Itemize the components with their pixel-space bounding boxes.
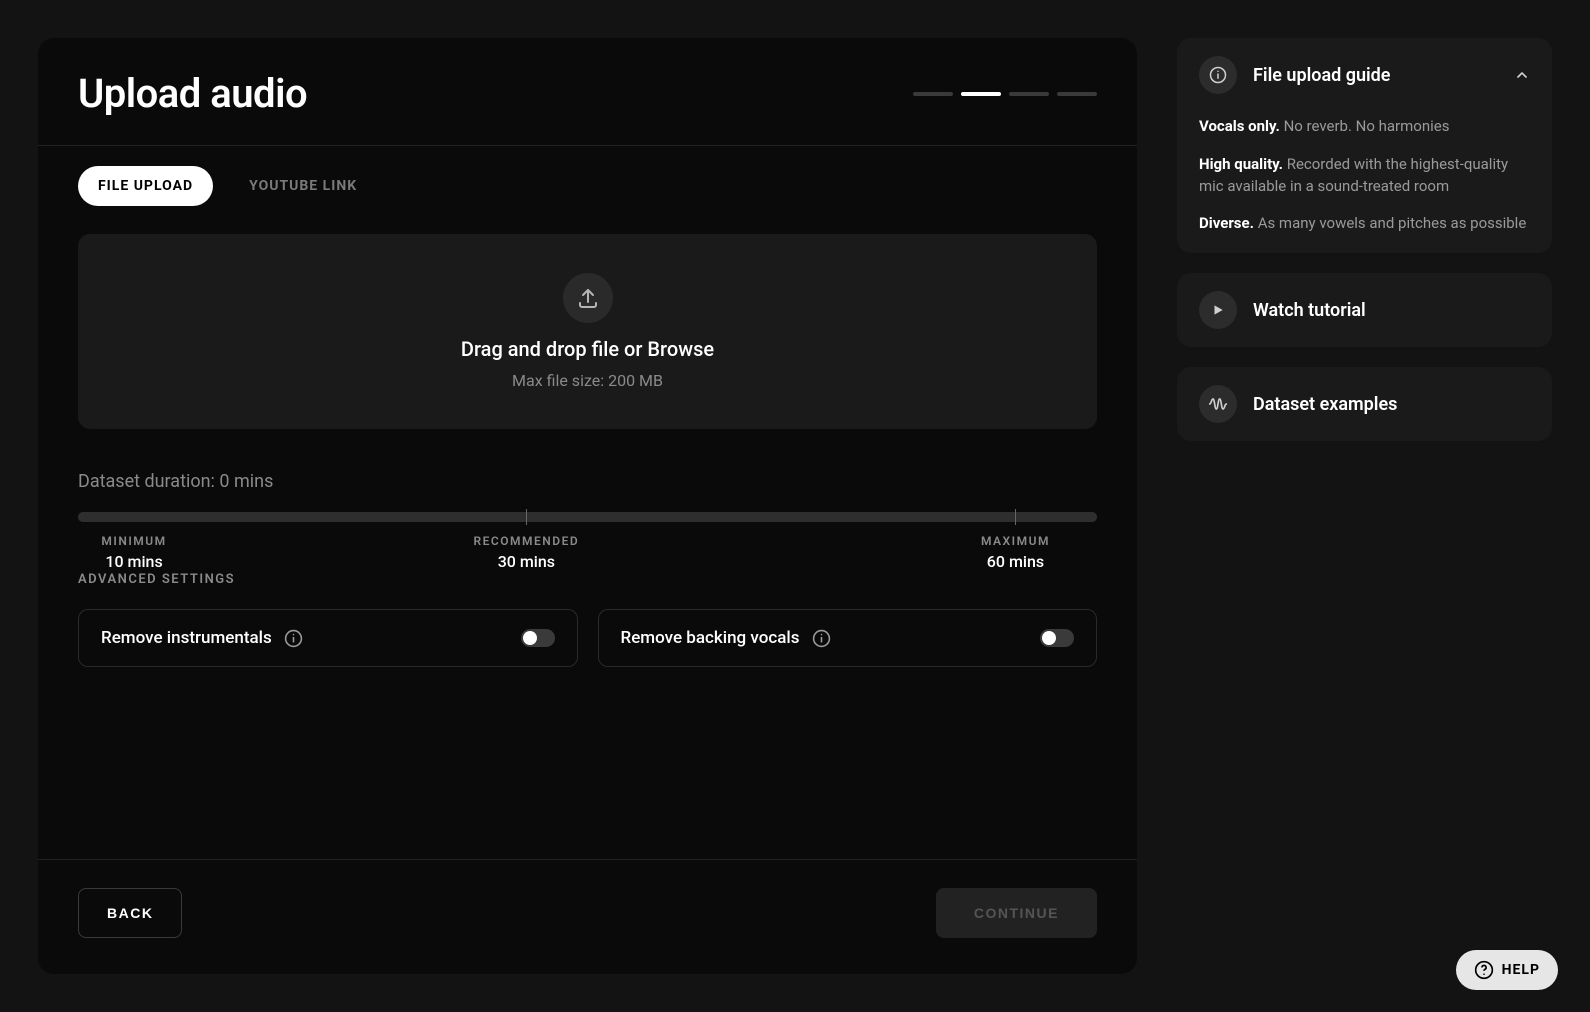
info-icon[interactable] [284,628,304,648]
duration-marker-value: 10 mins [101,552,166,571]
continue-button[interactable]: CONTINUE [936,888,1097,938]
play-icon [1199,291,1237,329]
advanced-settings-heading: ADVANCED SETTINGS [78,572,1097,587]
duration-marker-recommended: RECOMMENDED 30 mins [474,534,580,571]
upload-icon [563,273,613,323]
step-indicator [1009,92,1049,96]
dropzone-text: Drag and drop file or Browse [461,337,714,361]
duration-tick [526,509,527,525]
examples-title: Dataset examples [1253,394,1397,415]
guide-title: File upload guide [1253,65,1391,86]
card-footer: BACK CONTINUE [38,859,1137,974]
duration-bar [78,512,1097,522]
info-icon[interactable] [811,628,831,648]
step-indicator [961,92,1001,96]
guide-item: Diverse. As many vowels and pitches as p… [1199,213,1530,235]
dataset-examples-card[interactable]: Dataset examples [1177,367,1552,441]
duration-marker-head: MAXIMUM [981,534,1050,548]
toggle-remove-backing-vocals: Remove backing vocals [598,609,1098,667]
waveform-icon [1199,385,1237,423]
guide-header[interactable]: File upload guide [1199,56,1530,94]
watch-tutorial-card[interactable]: Watch tutorial [1177,273,1552,347]
duration-marker-maximum: MAXIMUM 60 mins [981,534,1050,571]
guide-item-bold: Diverse. [1199,214,1254,232]
tab-youtube-link[interactable]: YOUTUBE LINK [229,166,377,206]
guide-item-rest: No reverb. No harmonies [1280,117,1450,135]
duration-marker-head: RECOMMENDED [474,534,580,548]
guide-item-rest: As many vowels and pitches as possible [1254,214,1526,232]
help-label: HELP [1502,962,1540,978]
duration-meter: MINIMUM 10 mins RECOMMENDED 30 mins MAXI… [78,512,1097,522]
duration-label: Dataset duration: 0 mins [78,471,1097,492]
toggle-switch[interactable] [521,629,555,647]
card-header: Upload audio [38,38,1137,146]
guide-item: High quality. Recorded with the highest-… [1199,154,1530,198]
duration-bar-segment [78,512,190,522]
duration-marker-value: 30 mins [474,552,580,571]
tutorial-title: Watch tutorial [1253,300,1366,321]
toggle-label: Remove instrumentals [101,628,272,648]
duration-bar-segment [196,512,522,522]
guide-item-bold: High quality. [1199,155,1283,173]
dropzone-subtext: Max file size: 200 MB [512,371,663,390]
page-title: Upload audio [78,70,307,117]
back-button[interactable]: BACK [78,888,182,938]
file-upload-guide-card: File upload guide Vocals only. No reverb… [1177,38,1552,253]
duration-marker-value: 60 mins [981,552,1050,571]
guide-item: Vocals only. No reverb. No harmonies [1199,116,1530,138]
guide-item-bold: Vocals only. [1199,117,1280,135]
toggle-switch[interactable] [1040,629,1074,647]
guide-body: Vocals only. No reverb. No harmonies Hig… [1199,116,1530,235]
duration-tick [1015,509,1016,525]
help-icon [1474,960,1494,980]
toggle-remove-instrumentals: Remove instrumentals [78,609,578,667]
tab-file-upload[interactable]: FILE UPLOAD [78,166,213,206]
step-indicator [913,92,953,96]
duration-marker-head: MINIMUM [101,534,166,548]
help-button[interactable]: HELP [1456,950,1558,990]
toggle-label: Remove backing vocals [621,628,800,648]
chevron-up-icon [1514,67,1530,83]
upload-card: Upload audio FILE UPLOAD YOUTUBE LINK [38,38,1137,974]
progress-stepper [913,92,1097,96]
info-icon [1199,56,1237,94]
guide-sidebar: File upload guide Vocals only. No reverb… [1177,38,1552,974]
step-indicator [1057,92,1097,96]
upload-mode-tabs: FILE UPLOAD YOUTUBE LINK [78,166,1097,206]
duration-bar-segment [528,512,1097,522]
duration-marker-minimum: MINIMUM 10 mins [101,534,166,571]
file-dropzone[interactable]: Drag and drop file or Browse Max file si… [78,234,1097,429]
